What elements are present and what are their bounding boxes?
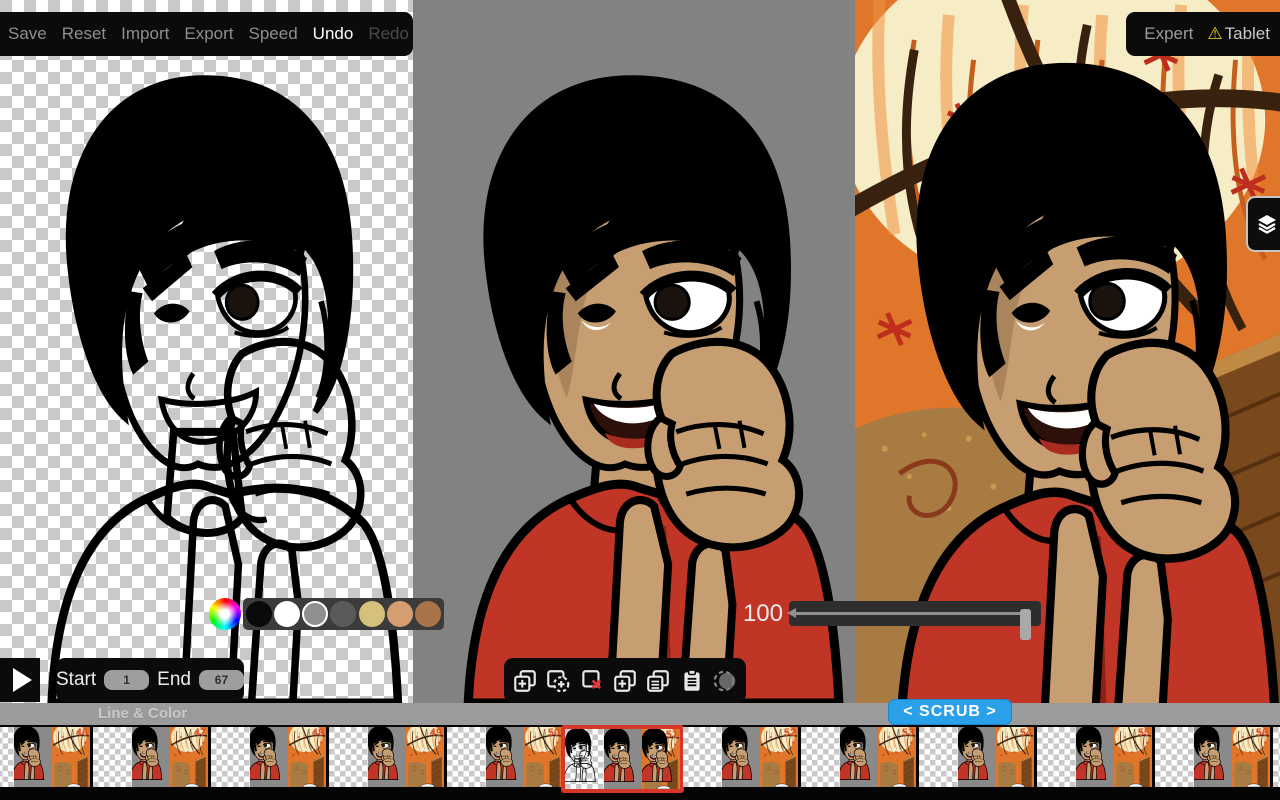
warning-triangle-icon: ⚠ xyxy=(1207,24,1222,44)
thumb-flat-strip xyxy=(250,727,288,787)
frame-number: 48 xyxy=(312,727,324,739)
thumb-flat-strip xyxy=(1194,727,1232,787)
start-label: Start xyxy=(56,669,96,691)
onion-skin-icon[interactable] xyxy=(710,666,740,696)
final-render-canvas[interactable] xyxy=(855,0,1280,703)
thumb-line-strip xyxy=(93,727,132,787)
duplicate-frame-icon[interactable] xyxy=(610,666,640,696)
thumb-flat-strip xyxy=(958,727,996,787)
play-button[interactable] xyxy=(0,658,40,702)
thumb-line-strip xyxy=(329,727,368,787)
frame-thumbnail[interactable]: 47 xyxy=(93,727,208,787)
thumb-line-strip xyxy=(0,727,14,787)
thumb-line-strip xyxy=(565,729,604,789)
thumb-line-strip xyxy=(919,727,958,787)
expert-mode-button[interactable]: Expert xyxy=(1144,24,1193,44)
palette-swatch[interactable] xyxy=(274,601,300,627)
frame-number: 55 xyxy=(1138,727,1150,739)
thumb-flat-strip xyxy=(1076,727,1114,787)
palette-swatch[interactable] xyxy=(246,601,272,627)
menu-export[interactable]: Export xyxy=(184,24,233,44)
opacity-slider[interactable] xyxy=(789,601,1041,626)
layer-name-label[interactable]: Line & Color xyxy=(98,705,187,722)
frame-thumbnail[interactable]: 53 xyxy=(801,727,916,787)
thumb-flat-strip xyxy=(368,727,406,787)
paste-frame-icon[interactable] xyxy=(677,666,707,696)
thumb-flat-strip xyxy=(132,727,170,787)
tablet-label: Tablet xyxy=(1225,24,1270,44)
thumb-flat-strip xyxy=(722,727,760,787)
play-icon xyxy=(13,668,32,692)
insert-frame-icon[interactable] xyxy=(543,666,573,696)
menu-speed[interactable]: Speed xyxy=(249,24,298,44)
app-screen: Save Reset Import Export Speed Undo Redo… xyxy=(0,0,1280,800)
frame-tools xyxy=(504,658,746,703)
color-palette xyxy=(243,598,444,630)
frame-thumbnail[interactable]: 55 xyxy=(1037,727,1152,787)
copy-frame-icon[interactable] xyxy=(643,666,673,696)
tablet-button[interactable]: ⚠ Tablet xyxy=(1207,24,1270,44)
slider-track-line xyxy=(795,612,1027,615)
thumb-line-strip xyxy=(1155,727,1194,787)
delete-frame-icon[interactable] xyxy=(577,666,607,696)
frame-thumbnail[interactable]: 56 xyxy=(1155,727,1270,787)
palette-swatch[interactable] xyxy=(387,601,413,627)
menu-redo: Redo xyxy=(368,24,409,44)
frame-thumbnail[interactable]: 48 xyxy=(211,727,326,787)
slider-handle[interactable] xyxy=(1020,609,1031,640)
palette-swatch[interactable] xyxy=(415,601,441,627)
frame-number: 52 xyxy=(784,727,796,739)
frame-thumbnail[interactable]: 54 xyxy=(919,727,1034,787)
frame-thumbnail[interactable]: 49 xyxy=(329,727,444,787)
flat-color-character xyxy=(413,0,855,703)
final-character xyxy=(855,0,1280,703)
frame-number: 51 xyxy=(666,729,678,741)
timeline-filmstrip: 46 47 48 xyxy=(0,725,1280,800)
menu-save[interactable]: Save xyxy=(8,24,47,44)
color-wheel-icon[interactable] xyxy=(209,598,241,630)
mode-bar: Expert ⚠ Tablet xyxy=(1126,12,1280,56)
frame-number: 46 xyxy=(76,727,88,739)
flat-color-canvas[interactable] xyxy=(413,0,855,703)
palette-swatch[interactable] xyxy=(330,601,356,627)
start-frame-field[interactable]: 1 xyxy=(104,670,149,690)
palette-swatch[interactable] xyxy=(302,601,328,627)
menu-reset[interactable]: Reset xyxy=(62,24,106,44)
frame-number: 50 xyxy=(548,727,560,739)
frame-range-box: Start 1 End 67 xyxy=(56,658,244,702)
thumb-line-strip xyxy=(683,727,722,787)
frame-number: 49 xyxy=(430,727,442,739)
scrub-button[interactable]: < SCRUB > xyxy=(888,699,1012,725)
add-frame-icon[interactable] xyxy=(510,666,540,696)
thumb-flat-strip xyxy=(604,729,642,789)
layer-bar: Line & Color xyxy=(0,703,1280,725)
frame-number: 56 xyxy=(1256,727,1268,739)
frame-number: 53 xyxy=(902,727,914,739)
end-frame-field[interactable]: 67 xyxy=(199,670,244,690)
thumb-flat-strip xyxy=(486,727,524,787)
frame-thumbnail[interactable]: 50 xyxy=(447,727,562,787)
thumb-flat-strip xyxy=(14,727,52,787)
thumb-line-strip xyxy=(1037,727,1076,787)
frame-thumbnail[interactable]: 57 xyxy=(1273,727,1280,787)
menu-undo[interactable]: Undo xyxy=(313,24,354,44)
main-menubar: Save Reset Import Export Speed Undo Redo xyxy=(0,12,413,56)
frame-number: 47 xyxy=(194,727,206,739)
thumb-flat-strip xyxy=(840,727,878,787)
end-label: End xyxy=(157,669,191,691)
frame-thumbnail[interactable]: 52 xyxy=(683,727,798,787)
thumb-line-strip xyxy=(1273,727,1280,787)
frame-thumbnail[interactable]: 51 xyxy=(561,725,684,793)
menu-import[interactable]: Import xyxy=(121,24,169,44)
layers-icon xyxy=(1255,212,1279,236)
frame-number: 54 xyxy=(1020,727,1032,739)
thumb-line-strip xyxy=(211,727,250,787)
thumb-line-strip xyxy=(801,727,840,787)
palette-swatch[interactable] xyxy=(359,601,385,627)
layers-panel-toggle[interactable] xyxy=(1246,196,1280,252)
thumb-line-strip xyxy=(447,727,486,787)
frame-thumbnail[interactable]: 46 xyxy=(0,727,90,787)
opacity-value: 100 xyxy=(731,598,783,630)
